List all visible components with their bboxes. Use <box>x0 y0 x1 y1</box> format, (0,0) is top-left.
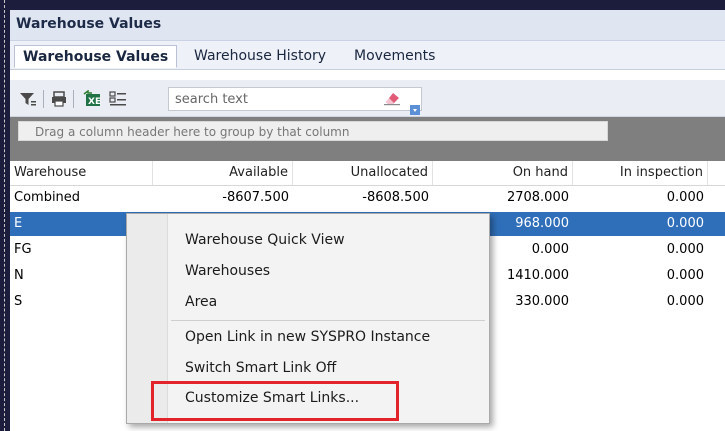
panel-titlebar: Warehouse Values <box>10 10 725 41</box>
cell-available: -8607.500 <box>222 190 289 205</box>
svg-text:XE: XE <box>88 97 101 107</box>
cell-warehouse: Combined <box>14 190 81 205</box>
menu-item-switch-smart-link-off[interactable]: Switch Smart Link Off <box>185 356 336 380</box>
column-header-unallocated[interactable]: Unallocated <box>293 161 433 185</box>
grid-header-row: Warehouse Available Unallocated On hand … <box>10 161 725 186</box>
tab-warehouse-values[interactable]: Warehouse Values <box>14 45 178 68</box>
toolbar-separator <box>73 90 74 108</box>
highlight-box <box>151 381 399 421</box>
menu-item-area[interactable]: Area <box>185 290 217 314</box>
menu-item-warehouse-quick-view[interactable]: Warehouse Quick View <box>185 228 345 252</box>
tab-strip: Warehouse Values Warehouse History Movem… <box>10 41 725 70</box>
menu-item-warehouses[interactable]: Warehouses <box>185 259 270 283</box>
cell-in-inspection: 0.000 <box>666 268 704 283</box>
table-row[interactable]: Combined -8607.500 -8608.500 2708.000 0.… <box>10 186 725 210</box>
cell-in-inspection: 0.000 <box>666 242 704 257</box>
cell-in-inspection: 0.000 <box>666 216 704 231</box>
panel-title: Warehouse Values <box>16 16 162 32</box>
eraser-icon[interactable] <box>380 88 402 106</box>
excel-export-icon[interactable]: XE <box>82 89 104 108</box>
filter-icon[interactable] <box>18 90 38 108</box>
menu-item-open-link-new-instance[interactable]: Open Link in new SYSPRO Instance <box>185 325 430 349</box>
group-by-area[interactable]: Drag a column header here to group by th… <box>10 117 725 161</box>
column-header-on-hand[interactable]: On hand <box>433 161 573 185</box>
toolbar: XE <box>10 80 725 117</box>
cell-in-inspection: 0.000 <box>666 190 704 205</box>
column-header-in-inspection[interactable]: In inspection <box>573 161 708 185</box>
menu-separator <box>171 320 485 321</box>
cell-on-hand: 2708.000 <box>506 190 569 205</box>
print-icon[interactable] <box>50 90 68 108</box>
column-header-available[interactable]: Available <box>153 161 293 185</box>
tab-movements[interactable]: Movements <box>346 45 443 68</box>
panel-border-guide <box>4 0 5 431</box>
cell-in-inspection: 0.000 <box>666 294 704 309</box>
tab-warehouse-history[interactable]: Warehouse History <box>186 45 334 68</box>
group-by-hint: Drag a column header here to group by th… <box>18 121 608 141</box>
column-header-warehouse[interactable]: Warehouse <box>10 161 153 185</box>
column-chooser-icon[interactable] <box>108 90 128 108</box>
toolbar-separator <box>43 90 44 108</box>
cell-unallocated: -8608.500 <box>362 190 429 205</box>
